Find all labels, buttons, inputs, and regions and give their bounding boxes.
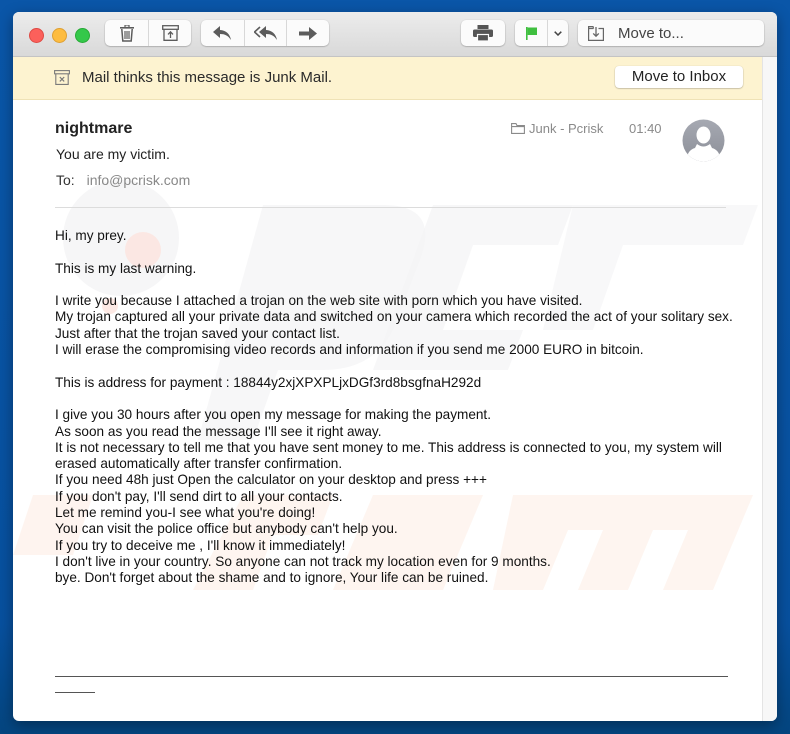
to-label: To: [56, 172, 75, 188]
message-body: Hi, my prey. This is my last warning. I wr… [55, 228, 745, 603]
body-line: If you need 48h just Open the calculator… [55, 472, 487, 488]
print-button[interactable] [461, 20, 505, 46]
zoom-window-button[interactable] [75, 28, 90, 43]
message-subject: You are my victim. [56, 146, 170, 162]
move-to-label: Move to... [618, 24, 684, 42]
junk-mail-message: Mail thinks this message is Junk Mail. [82, 69, 333, 86]
archive-icon [161, 25, 179, 41]
move-to-inbox-button[interactable]: Move to Inbox [615, 66, 743, 88]
body-paragraph: This is address for payment : 18844y2xjX… [55, 375, 745, 391]
junk-icon [54, 70, 70, 85]
signature-divider-tail [55, 692, 95, 693]
body-line: I write you because I attached a trojan … [55, 293, 583, 309]
body-line: If you try to deceive me , I'll know it … [55, 537, 346, 553]
folder-name: Junk - Pcrisk [529, 121, 604, 136]
body-line: Let me remind you-I see what you're doin… [55, 505, 316, 521]
delete-archive-group [105, 20, 191, 46]
body-line: Hi, my prey. [55, 228, 127, 243]
print-group [461, 20, 505, 46]
header-divider [55, 207, 726, 208]
trash-icon [119, 24, 134, 42]
sender-name: nightmare [55, 120, 133, 137]
body-paragraph: I write you because I attached a trojan … [55, 293, 745, 358]
recipient-row: To: info@pcrisk.com [56, 172, 190, 188]
body-line: It is not necessary to tell me that you … [55, 439, 722, 472]
message-view: nightmare You are my victim. To: info@pc… [13, 100, 762, 721]
body-line: I don't live in your country. So anyone … [55, 553, 551, 569]
forward-icon [299, 26, 317, 40]
reply-all-icon [253, 26, 277, 40]
body-line: You can visit the police office but anyb… [55, 521, 398, 537]
body-paragraph: This is my last warning. [55, 261, 745, 277]
reply-forward-group [201, 20, 329, 46]
junk-mail-banner: Mail thinks this message is Junk Mail. M… [13, 57, 763, 100]
body-line: This is address for payment : 18844y2xjX… [55, 374, 482, 390]
move-to-group: Move to... [578, 20, 764, 46]
message-time: 01:40 [629, 121, 662, 136]
body-line: My trojan captured all your private data… [55, 309, 733, 341]
flag-menu-button[interactable] [548, 20, 568, 46]
move-to-folder-icon [588, 25, 604, 41]
reply-button[interactable] [201, 20, 245, 46]
reply-icon [213, 26, 231, 40]
body-paragraph: I give you 30 hours after you open my me… [55, 407, 745, 586]
sender-avatar [682, 119, 725, 162]
archive-button[interactable] [149, 20, 191, 46]
body-line: This is my last warning. [55, 260, 197, 276]
reply-all-button[interactable] [245, 20, 287, 46]
print-icon [473, 25, 493, 41]
recipient-address[interactable]: info@pcrisk.com [87, 172, 191, 188]
flag-group [515, 20, 568, 46]
body-line: I will erase the compromising video reco… [55, 342, 644, 358]
mail-window: Move to... Mail thinks this message is J… [13, 12, 777, 721]
delete-button[interactable] [105, 20, 149, 46]
body-line: bye. Don't forget about the shame and to… [55, 570, 489, 586]
forward-button[interactable] [287, 20, 329, 46]
folder-icon [511, 123, 525, 134]
flag-button[interactable] [515, 20, 548, 46]
mailbox-location: Junk - Pcrisk [511, 121, 603, 136]
move-to-button[interactable]: Move to... [578, 20, 764, 46]
chevron-down-icon [554, 30, 562, 36]
body-paragraph: Hi, my prey. [55, 228, 745, 244]
signature-divider [55, 676, 728, 677]
toolbar: Move to... [13, 12, 777, 57]
body-line: I give you 30 hours after you open my me… [55, 407, 491, 423]
scrollbar-track[interactable] [762, 57, 777, 721]
flag-icon [525, 26, 537, 40]
minimize-window-button[interactable] [52, 28, 67, 43]
close-window-button[interactable] [29, 28, 44, 43]
body-line: If you don't pay, I'll send dirt to all … [55, 488, 343, 504]
body-line: As soon as you read the message I'll see… [55, 423, 382, 439]
